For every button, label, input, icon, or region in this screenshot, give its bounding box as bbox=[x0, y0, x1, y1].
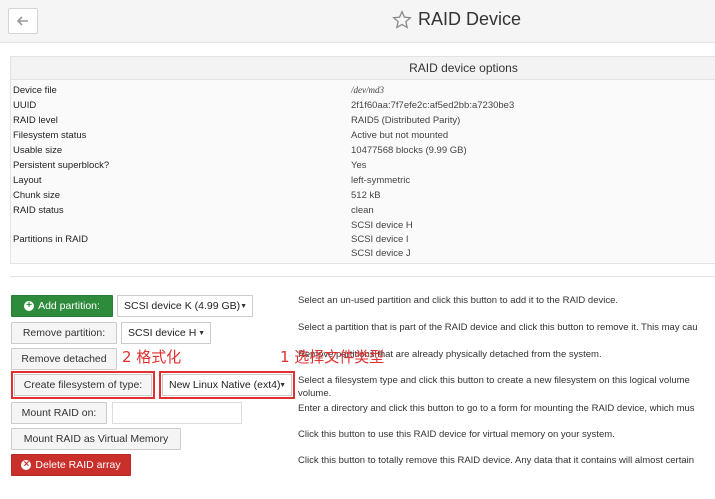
add-partition-select[interactable]: SCSI device K (4.99 GB) ▼ bbox=[117, 295, 253, 317]
add-partition-button[interactable]: + Add partition: bbox=[11, 295, 113, 317]
label-raid-status: RAID status bbox=[13, 205, 64, 216]
value-raid-level: RAID5 (Distributed Parity) bbox=[351, 115, 461, 126]
annotation-select-fs-type: 1 选择文件类型 bbox=[280, 348, 385, 366]
label-raid-level: RAID level bbox=[13, 115, 58, 126]
page-title: RAID Device bbox=[392, 9, 521, 30]
label-chunk-size: Chunk size bbox=[13, 190, 60, 201]
divider bbox=[10, 276, 715, 277]
label-persistent-superblock: Persistent superblock? bbox=[13, 160, 110, 171]
top-bar: RAID Device bbox=[0, 0, 715, 43]
virtual-memory-desc: Click this button to use this RAID devic… bbox=[298, 429, 615, 440]
label-partitions-in-raid: Partitions in RAID bbox=[13, 234, 88, 245]
filesystem-type-select[interactable]: New Linux Native (ext4) ▼ bbox=[162, 374, 292, 396]
page-title-text: RAID Device bbox=[418, 9, 522, 29]
remove-partition-select[interactable]: SCSI device H ▼ bbox=[121, 322, 211, 344]
label-device-file: Device file bbox=[13, 85, 57, 96]
add-partition-desc: Select an un-used partition and click th… bbox=[298, 295, 619, 306]
remove-partition-select-value: SCSI device H bbox=[128, 327, 197, 339]
remove-detached-button[interactable]: Remove detached bbox=[11, 348, 117, 370]
raid-options-title: RAID device options bbox=[11, 57, 715, 80]
arrow-left-icon bbox=[17, 16, 28, 26]
value-uuid: 2f1f60aa:7f7efe2c:af5ed2bb:a7230be3 bbox=[351, 100, 515, 111]
add-partition-select-value: SCSI device K (4.99 GB) bbox=[124, 300, 241, 312]
caret-down-icon: ▼ bbox=[279, 382, 286, 389]
partition-item: SCSI device J bbox=[351, 248, 411, 259]
mount-raid-button[interactable]: Mount RAID on: bbox=[11, 402, 107, 424]
partition-item: SCSI device H bbox=[351, 220, 413, 231]
mount-directory-input[interactable] bbox=[112, 402, 242, 424]
virtual-memory-button[interactable]: Mount RAID as Virtual Memory bbox=[11, 428, 181, 450]
delete-raid-label: Delete RAID array bbox=[35, 459, 121, 471]
value-layout: left-symmetric bbox=[351, 175, 411, 186]
add-partition-label: Add partition: bbox=[38, 300, 100, 312]
x-circle-icon: × bbox=[21, 460, 32, 470]
value-filesystem-status: Active but not mounted bbox=[351, 130, 449, 141]
remove-detached-label: Remove detached bbox=[21, 353, 107, 365]
label-filesystem-status: Filesystem status bbox=[13, 130, 87, 141]
delete-raid-desc: Click this button to totally remove this… bbox=[298, 455, 695, 466]
value-raid-status: clean bbox=[351, 205, 374, 216]
create-filesystem-button[interactable]: Create filesystem of type: bbox=[14, 374, 152, 396]
value-device-file: /dev/md3 bbox=[351, 85, 384, 95]
create-filesystem-label: Create filesystem of type: bbox=[23, 379, 143, 391]
remove-partition-button[interactable]: Remove partition: bbox=[11, 322, 117, 344]
value-chunk-size: 512 kB bbox=[351, 190, 381, 201]
mount-raid-desc: Enter a directory and click this button … bbox=[298, 403, 695, 414]
create-filesystem-desc: Select a filesystem type and click this … bbox=[298, 375, 690, 386]
raid-options-panel: RAID device options Device file /dev/md3… bbox=[10, 56, 715, 264]
label-uuid: UUID bbox=[13, 100, 37, 111]
partition-item: SCSI device I bbox=[351, 234, 409, 245]
virtual-memory-label: Mount RAID as Virtual Memory bbox=[23, 433, 169, 445]
remove-partition-desc: Select a partition that is part of the R… bbox=[298, 322, 698, 333]
value-persistent-superblock: Yes bbox=[351, 160, 367, 171]
label-usable-size: Usable size bbox=[13, 145, 63, 156]
star-icon[interactable] bbox=[392, 9, 412, 30]
mount-raid-label: Mount RAID on: bbox=[21, 407, 97, 419]
delete-raid-button[interactable]: × Delete RAID array bbox=[11, 454, 131, 476]
caret-down-icon: ▼ bbox=[240, 303, 247, 310]
create-filesystem-desc-cont: volume. bbox=[298, 388, 332, 399]
filesystem-type-value: New Linux Native (ext4) bbox=[169, 379, 281, 391]
remove-partition-label: Remove partition: bbox=[22, 327, 106, 339]
value-usable-size: 10477568 blocks (9.99 GB) bbox=[351, 145, 467, 156]
back-button[interactable] bbox=[8, 8, 38, 34]
annotation-format: 2 格式化 bbox=[122, 348, 182, 366]
caret-down-icon: ▼ bbox=[198, 330, 205, 337]
label-layout: Layout bbox=[13, 175, 42, 186]
plus-circle-icon: + bbox=[24, 301, 35, 311]
